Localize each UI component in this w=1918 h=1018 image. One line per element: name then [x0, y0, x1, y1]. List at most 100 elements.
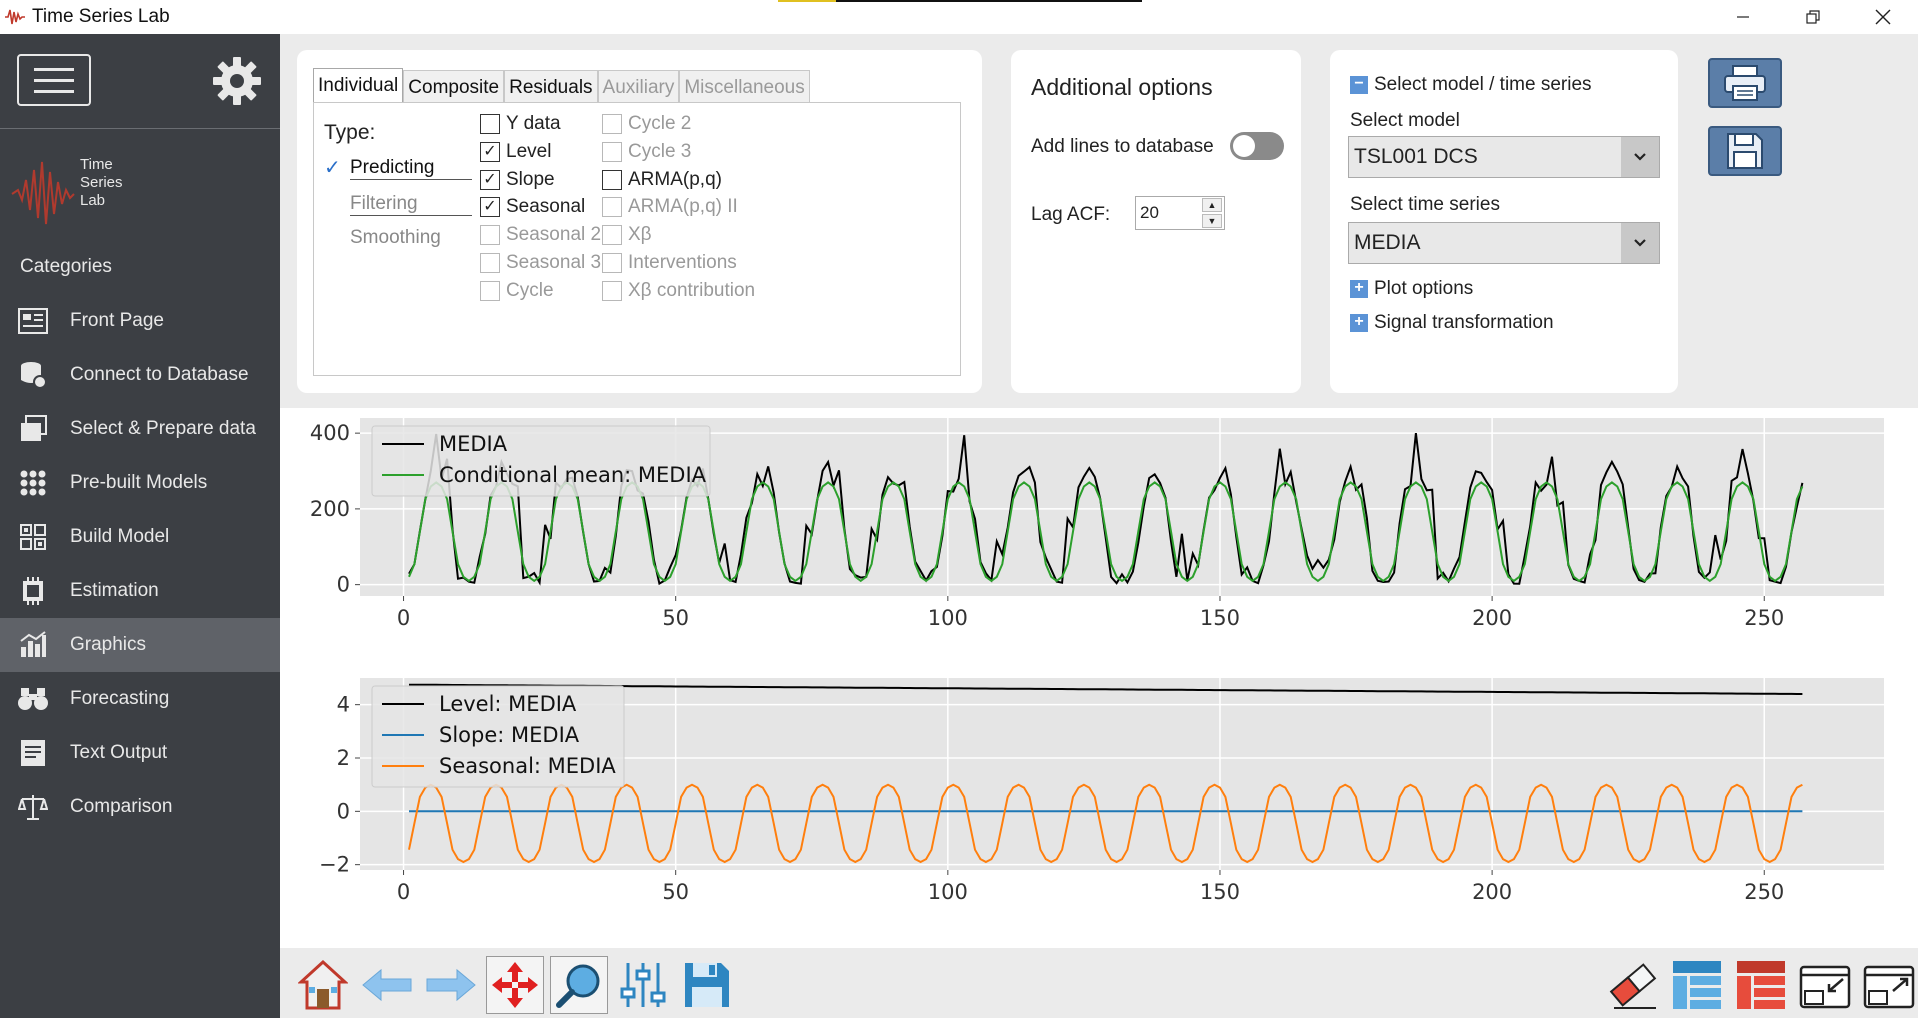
series-combobox[interactable]: MEDIA	[1348, 222, 1660, 264]
sidebar-item-pre-built-models[interactable]: Pre-built Models	[0, 456, 280, 510]
type-option-smoothing[interactable]: Smoothing	[350, 227, 472, 249]
type-option-filtering[interactable]: Filtering	[350, 193, 472, 216]
y-tick-label: 4	[337, 693, 350, 717]
save-figure-button[interactable]	[678, 956, 736, 1014]
pan-button[interactable]	[486, 956, 544, 1014]
gear-icon[interactable]	[210, 54, 264, 108]
checkbox-slope[interactable]: ✓ Slope	[480, 169, 555, 191]
model-combobox[interactable]: TSL001 DCS	[1348, 136, 1660, 178]
sidebar-item-estimation[interactable]: Estimation	[0, 564, 280, 618]
toggle-knob	[1233, 135, 1255, 157]
checkbox-x-contribution[interactable]: Xβ contribution	[602, 280, 755, 302]
comparison-icon	[18, 792, 48, 822]
checkbox-seasonal[interactable]: ✓ Seasonal	[480, 196, 585, 218]
sidebar-item-front-page[interactable]: Front Page	[0, 294, 280, 348]
estimation-icon	[18, 576, 48, 606]
home-icon	[298, 959, 348, 1010]
plot-options-toggle[interactable]: Plot options	[1374, 278, 1473, 300]
back-button[interactable]	[358, 956, 416, 1014]
chart-canvas[interactable]: 0 50 100 150 200 2500200400 MEDIAConditional m…	[280, 408, 1918, 948]
additional-options-title: Additional options	[1031, 74, 1213, 100]
forward-button[interactable]	[422, 956, 480, 1014]
checkbox-label: ARMA(p,q) II	[628, 196, 738, 218]
legend: Level: MEDIA Slope: MEDIA Seasonal: MEDIA	[371, 685, 625, 788]
window-shrink-button[interactable]	[1796, 956, 1854, 1014]
layout-blue-button[interactable]	[1668, 956, 1726, 1014]
tab-auxiliary[interactable]: Auxiliary	[597, 70, 680, 104]
sidebar-item-forecasting[interactable]: Forecasting	[0, 672, 280, 726]
legend-label: Conditional mean: MEDIA	[439, 463, 707, 487]
add-lines-label: Add lines to database	[1031, 136, 1214, 157]
prepare-data-icon	[18, 414, 48, 444]
sidebar-item-text-output[interactable]: Text Output	[0, 726, 280, 780]
tab-individual[interactable]: Individual	[313, 68, 404, 104]
zoom-button[interactable]	[550, 956, 608, 1014]
progress-fill	[778, 0, 837, 2]
graphics-icon	[18, 630, 48, 660]
configure-subplots-button[interactable]	[614, 956, 672, 1014]
window-expand-button[interactable]	[1860, 956, 1918, 1014]
back-arrow-icon	[362, 968, 412, 1002]
home-button[interactable]	[294, 956, 352, 1014]
type-option-predicting[interactable]: Predicting	[350, 157, 472, 180]
checkbox-cycle-2[interactable]: Cycle 2	[602, 113, 691, 135]
brand-logo-icon	[11, 161, 75, 225]
checkbox-seasonal-3[interactable]: Seasonal 3	[480, 252, 601, 274]
zoom-icon	[556, 964, 600, 1008]
chevron-down-icon[interactable]	[1621, 223, 1659, 263]
checkbox-checked-icon: ✓	[480, 169, 500, 190]
chevron-down-icon[interactable]	[1621, 137, 1659, 177]
checkbox-x-[interactable]: Xβ	[602, 224, 652, 246]
checkbox-arma-p-q-ii[interactable]: ARMA(p,q) II	[602, 196, 738, 218]
spin-down-icon[interactable]: ▼	[1202, 214, 1222, 228]
minimize-button[interactable]	[1708, 0, 1778, 34]
sidebar-item-label: Front Page	[70, 310, 164, 331]
bottom-toolbar	[280, 948, 1918, 1018]
expand-icon[interactable]: +	[1350, 314, 1368, 332]
sidebar-item-graphics[interactable]: Graphics	[0, 618, 280, 672]
checkbox-interventions[interactable]: Interventions	[602, 252, 737, 274]
checkbox-cycle-3[interactable]: Cycle 3	[602, 141, 691, 163]
checkbox-cycle[interactable]: Cycle	[480, 280, 554, 302]
checkbox-label: Xβ contribution	[628, 279, 756, 301]
configure-subplots-icon	[620, 963, 666, 1007]
x-tick-label: 100	[928, 880, 968, 904]
checkbox-seasonal-2[interactable]: Seasonal 2	[480, 224, 601, 246]
additional-options-panel: Additional options Add lines to database…	[1011, 50, 1301, 393]
lag-acf-spinbox[interactable]: 20 ▲ ▼	[1135, 196, 1225, 230]
checkbox-arma-p-q-[interactable]: ARMA(p,q)	[602, 169, 722, 191]
tab-residuals[interactable]: Residuals	[504, 70, 598, 104]
layout-red-button[interactable]	[1732, 956, 1790, 1014]
checkbox-y-data[interactable]: Y data	[480, 113, 561, 135]
sidebar-item-select-prepare-data[interactable]: Select & Prepare data	[0, 402, 280, 456]
spin-up-icon[interactable]: ▲	[1202, 198, 1222, 212]
tab-composite[interactable]: Composite	[403, 70, 505, 104]
save-button[interactable]	[1708, 126, 1782, 176]
checkbox-level[interactable]: ✓ Level	[480, 141, 551, 163]
close-icon	[1875, 9, 1891, 25]
sidebar: Time Series Lab Categories Front Page Con…	[0, 34, 280, 1018]
pan-icon	[492, 962, 538, 1008]
close-button[interactable]	[1848, 0, 1918, 34]
tab-miscellaneous[interactable]: Miscellaneous	[679, 70, 810, 104]
collapse-icon[interactable]: −	[1350, 76, 1368, 94]
signal-transformation-toggle[interactable]: Signal transformation	[1374, 312, 1554, 334]
forward-arrow-icon	[426, 968, 476, 1002]
expand-icon[interactable]: +	[1350, 280, 1368, 298]
sidebar-item-build-model[interactable]: Build Model	[0, 510, 280, 564]
sidebar-item-label: Comparison	[70, 796, 173, 817]
add-lines-toggle[interactable]	[1230, 132, 1284, 160]
plot-components-panel: Individual Composite Residuals Auxiliary Mis…	[297, 50, 982, 393]
model-combobox-value: TSL001 DCS	[1354, 145, 1478, 168]
eraser-button[interactable]	[1604, 956, 1662, 1014]
y-tick-label: 200	[310, 497, 350, 521]
hamburger-menu-button[interactable]	[17, 54, 91, 106]
sidebar-item-comparison[interactable]: Comparison	[0, 780, 280, 834]
select-model-header: Select model / time series	[1374, 74, 1592, 95]
prebuilt-models-icon	[18, 468, 48, 498]
hamburger-line	[34, 67, 74, 71]
sidebar-item-connect-to-database[interactable]: Connect to Database	[0, 348, 280, 402]
restore-button[interactable]	[1778, 0, 1848, 34]
print-button[interactable]	[1708, 58, 1782, 108]
sidebar-item-label: Text Output	[70, 742, 168, 763]
